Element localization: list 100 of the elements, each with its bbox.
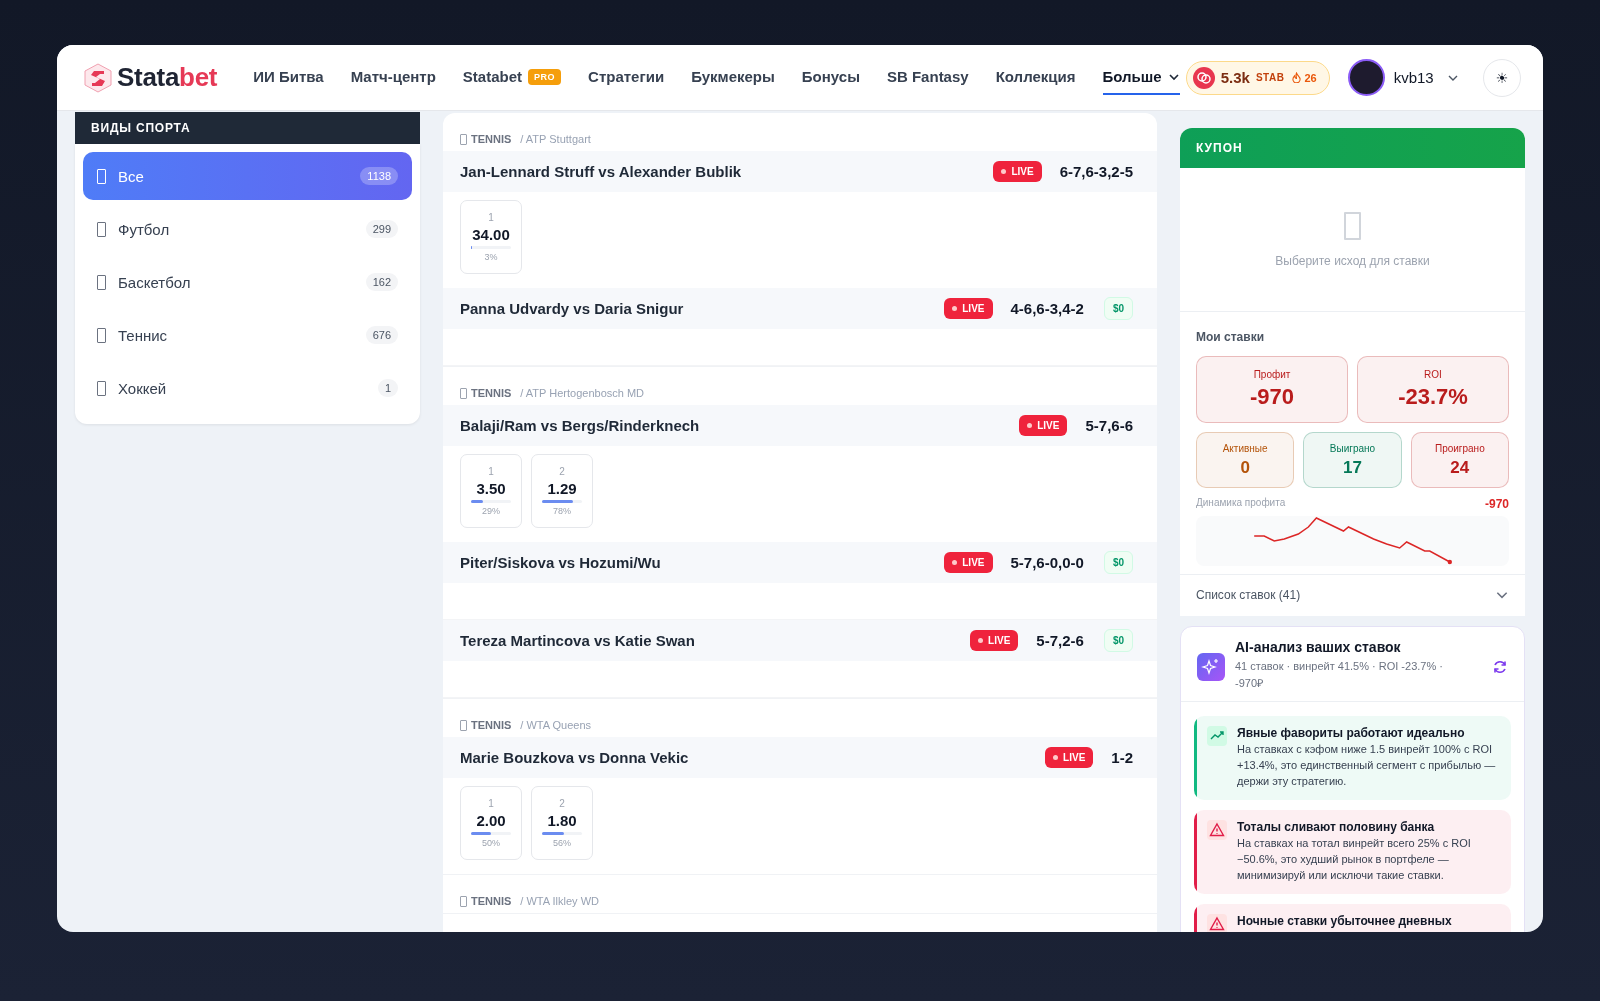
balance-chip[interactable]: 5.3k STAB 26 xyxy=(1185,60,1330,95)
warning-icon xyxy=(1207,913,1227,932)
bet-list-toggle[interactable]: Список ставок (41) xyxy=(1180,575,1525,616)
profit-value: -970 xyxy=(1484,497,1509,511)
count-badge: 299 xyxy=(365,220,398,238)
sport-label: TENNIS xyxy=(471,387,512,399)
rectangle-icon xyxy=(460,133,467,145)
match-row[interactable]: Tereza Martincova vs Katie Swan LIVE 5-7,2-6 $0 xyxy=(443,620,1157,661)
sport-label: Все xyxy=(118,167,145,185)
match-row[interactable]: Balaji/Ram vs Bergs/Rinderknech LIVE 5-7,6-6 xyxy=(443,405,1157,446)
odds-button[interactable]: 1 34.00 3% xyxy=(460,200,522,274)
chart-label: Динамика профита xyxy=(1196,497,1286,510)
sport-label: Хоккей xyxy=(118,379,168,397)
match-title: Balaji/Ram vs Bergs/Rinderknech xyxy=(460,417,701,434)
nav-link[interactable]: ИИ Битва xyxy=(253,60,324,95)
empty-hint: Выберите исход для ставки xyxy=(1275,253,1430,268)
nav-link[interactable]: Матч-центр xyxy=(350,60,436,95)
rectangle-icon xyxy=(460,895,467,907)
stat-label: Активные xyxy=(1222,443,1268,454)
odds-value: 3.50 xyxy=(476,480,506,497)
stat-label: Выиграно xyxy=(1329,443,1376,454)
username[interactable]: kvb13 xyxy=(1393,69,1434,86)
nav-link[interactable]: Коллекция xyxy=(995,60,1076,95)
insight-text: На ставках с кэфом ниже 1.5 винрейт 100% с ROI +13.4%, это единственный сегмент с прибылью — держи эту стратегию. xyxy=(1237,742,1497,789)
match-row[interactable]: Piter/Siskova vs Hozumi/Wu LIVE 5-7,6-0,0-0 $0 xyxy=(443,542,1157,583)
nav-link[interactable]: Стратегии xyxy=(588,60,665,95)
odds-button[interactable]: 2 1.80 56% xyxy=(531,786,593,860)
outcome-label: 1 xyxy=(488,798,494,809)
ai-title: AI-анализ ваших ставок xyxy=(1235,639,1402,655)
match-row[interactable]: Panna Udvardy vs Daria Snigur LIVE 4-6,6-3,4-2 $0 xyxy=(443,288,1157,329)
stat-value: -970 xyxy=(1249,384,1294,410)
ai-summary: 41 ставок · винрейт 41.5% · ROI -23.7% · -970₽ xyxy=(1235,659,1444,691)
live-badge: LIVE xyxy=(970,630,1019,651)
logo-text[interactable]: Statabet xyxy=(117,62,218,93)
avatar[interactable] xyxy=(1347,59,1385,96)
match-title: Marie Bouzkova vs Donna Vekic xyxy=(460,749,690,766)
match-score: 5-7,2-6 xyxy=(1036,632,1084,649)
stat-value: 0 xyxy=(1240,458,1250,478)
sparkles-icon xyxy=(1197,653,1225,681)
count-badge: 162 xyxy=(365,273,398,291)
count-badge: 1138 xyxy=(360,167,398,185)
theme-toggle-button[interactable]: ☀ xyxy=(1483,58,1521,97)
nav-link[interactable]: Больше xyxy=(1102,60,1180,95)
odds-button[interactable]: 2 1.29 78% xyxy=(531,454,593,528)
nav-link[interactable]: Бонусы xyxy=(801,60,860,95)
match-score: 5-7,6-0,0-0 xyxy=(1010,554,1084,571)
league-label: / WTA Ilkley WD xyxy=(520,895,599,907)
stat-value: 17 xyxy=(1343,458,1362,478)
match-score: 5-7,6-6 xyxy=(1085,417,1133,434)
flame-icon xyxy=(1292,72,1302,83)
sport-label: Баскетбол xyxy=(118,273,192,291)
odds-value: 1.29 xyxy=(547,480,577,497)
outcome-label: 2 xyxy=(559,466,565,477)
probability-label: 56% xyxy=(553,838,571,848)
match-score: 6-7,6-3,2-5 xyxy=(1059,163,1133,180)
nav-link[interactable]: Statabet PRO xyxy=(462,60,562,95)
nav-link[interactable]: Букмекеры xyxy=(691,60,775,95)
odds-button[interactable]: 1 2.00 50% xyxy=(460,786,522,860)
odds-button[interactable]: 1 3.50 29% xyxy=(460,454,522,528)
count-badge: 676 xyxy=(365,326,398,344)
sport-label: TENNIS xyxy=(471,133,512,145)
stat-label: Проиграно xyxy=(1434,443,1485,454)
sport-label: TENNIS xyxy=(471,895,512,907)
rectangle-icon xyxy=(97,327,106,343)
refresh-icon[interactable] xyxy=(1492,659,1508,675)
sport-item[interactable]: Хоккей 1 xyxy=(83,364,412,412)
rectangle-icon xyxy=(97,380,106,396)
sport-label: Футбол xyxy=(118,220,171,238)
sport-item[interactable]: Футбол 299 xyxy=(83,205,412,253)
sport-label: Теннис xyxy=(118,326,169,344)
odds-value: 2.00 xyxy=(476,812,506,829)
stat-value: 24 xyxy=(1450,458,1470,478)
rectangle-icon xyxy=(460,387,467,399)
logo-icon xyxy=(83,62,113,93)
stake-badge: $0 xyxy=(1103,551,1133,574)
probability-label: 29% xyxy=(482,506,500,516)
probability-label: 3% xyxy=(484,252,498,262)
league-label: / ATP Stuttgart xyxy=(520,133,591,145)
live-badge: LIVE xyxy=(944,298,993,319)
probability-label: 78% xyxy=(553,506,571,516)
insight-title: Тоталы сливают половину банка xyxy=(1237,819,1436,834)
streak-count: 26 xyxy=(1304,71,1317,84)
odds-value: 1.80 xyxy=(547,812,577,829)
live-badge: LIVE xyxy=(993,161,1042,182)
currency-label: STAB xyxy=(1255,72,1285,83)
live-badge: LIVE xyxy=(1019,415,1068,436)
sidebar-header: ВИДЫ СПОРТА xyxy=(75,112,420,144)
nav-link[interactable]: SB Fantasy xyxy=(886,60,969,95)
warning-icon xyxy=(1207,819,1227,840)
match-score: 1-2 xyxy=(1111,749,1133,766)
sport-item[interactable]: Теннис 676 xyxy=(83,311,412,359)
sport-item[interactable]: Все 1138 xyxy=(83,152,412,200)
live-badge: LIVE xyxy=(944,552,993,573)
match-row[interactable]: Marie Bouzkova vs Donna Vekic LIVE 1-2 xyxy=(443,737,1157,778)
league-label: / ATP Hertogenbosch MD xyxy=(520,387,645,399)
coins-icon xyxy=(1192,66,1215,89)
sport-item[interactable]: Баскетбол 162 xyxy=(83,258,412,306)
insight-text: На ставках на тотал винрейт всего 25% с ROI −50.6%, это худший рынок в портфеле — минимизируй или исключи такие ставки. xyxy=(1237,835,1472,883)
match-row[interactable]: Jan-Lennard Struff vs Alexander Bublik LIVE 6-7,6-3,2-5 xyxy=(443,151,1157,192)
balance-amount: 5.3k xyxy=(1220,69,1250,86)
